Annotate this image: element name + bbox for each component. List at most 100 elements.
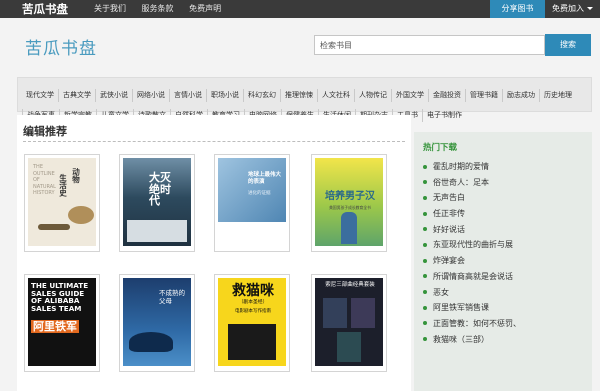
bullet-icon — [423, 337, 427, 342]
hot-download-label: 俗世奇人：足本 — [433, 177, 489, 187]
hot-download-label: 东亚现代性的曲折与展 — [433, 240, 513, 250]
bullet-icon — [423, 274, 427, 279]
nav-disclaimer[interactable]: 免费声明 — [189, 4, 221, 13]
hot-download-item[interactable]: 好好说话 — [423, 222, 521, 238]
book-title-1b: 动物 — [71, 168, 81, 183]
book-title-3: 地球上最伟大的表演 — [248, 172, 282, 185]
book-card-1[interactable]: THE OUTLINE OF NATURAL HISTORY 动物 生活史 — [24, 154, 100, 252]
category-item[interactable]: 外国文学 — [391, 89, 428, 102]
hot-download-item[interactable]: 无声告白 — [423, 190, 521, 206]
category-item[interactable]: 历史地理 — [539, 89, 576, 102]
category-item[interactable]: 网络小说 — [132, 89, 169, 102]
book-card-4[interactable]: 培养男子汉 美国男孩子成长教育全书 — [311, 154, 387, 252]
bullet-icon — [423, 211, 427, 216]
boy-illustration — [341, 212, 357, 244]
hot-download-item[interactable]: 东亚现代性的曲折与展 — [423, 237, 521, 253]
category-item[interactable]: 人物传记 — [354, 89, 391, 102]
category-item[interactable]: 科幻玄幻 — [243, 89, 280, 102]
book-cover-2: 大灭绝时代 — [123, 158, 191, 246]
animal-illustration — [68, 206, 94, 224]
hot-download-item[interactable]: 正面管教：如何不惩罚、 — [423, 316, 521, 332]
book-card-8[interactable]: 索尼三部曲经典套装 — [311, 274, 387, 372]
book-cover-4: 培养男子汉 美国男孩子成长教育全书 — [315, 158, 383, 246]
site-logo[interactable]: 苦瓜书盘 — [25, 34, 97, 59]
lizard-illustration — [38, 224, 70, 230]
hot-download-label: 好好说话 — [433, 224, 465, 234]
book-card-2[interactable]: 大灭绝时代 — [119, 154, 195, 252]
hot-download-item[interactable]: 阿里铁军销售课 — [423, 300, 521, 316]
category-item[interactable]: 推理惊悚 — [280, 89, 317, 102]
hot-download-item[interactable]: 任正非传 — [423, 206, 521, 222]
hot-download-label: 所谓情商高就是会说话 — [433, 271, 513, 281]
ice-illustration — [127, 220, 187, 242]
book-cover-7: 救猫咪 （剧本圣经） 电影剧本写作指南 — [218, 278, 286, 366]
nav-terms[interactable]: 服务条款 — [142, 4, 174, 13]
hot-download-item[interactable]: 炸弹宴会 — [423, 253, 521, 269]
book-illustration-b — [351, 298, 375, 328]
book-title-2: 大灭绝时代 — [149, 171, 171, 208]
book-cover-3: 地球上最伟大的表演 进化的证据 — [218, 158, 286, 246]
book-subtitle-3: 进化的证据 — [248, 191, 271, 196]
bullet-icon — [423, 227, 427, 232]
search-input[interactable] — [314, 35, 545, 55]
book-card-5[interactable]: THE ULTIMATE SALES GUIDE OF ALIBABA SALE… — [24, 274, 100, 372]
category-item[interactable]: 人文社科 — [317, 89, 354, 102]
book-title-4: 培养男子汉 — [325, 191, 375, 202]
bullet-icon — [423, 195, 427, 200]
bullet-icon — [423, 258, 427, 263]
category-item[interactable]: 电子书制作 — [422, 109, 466, 122]
free-join-button[interactable]: 免费加入 — [545, 0, 600, 18]
category-bar: 现代文学 古典文学 武侠小说 网络小说 言情小说 职场小说 科幻玄幻 推理惊悚 人文社科 人物传记… — [17, 77, 592, 122]
hot-download-label: 阿里铁军销售课 — [433, 303, 489, 313]
cover-art-3 — [218, 158, 286, 222]
book-subtitle-7: （剧本圣经） — [238, 300, 268, 305]
search-button[interactable]: 搜索 — [545, 34, 591, 56]
hot-download-label: 任正非传 — [433, 209, 465, 219]
bullet-icon — [423, 164, 427, 169]
book-title-5: THE ULTIMATE SALES GUIDE OF ALIBABA SALE… — [31, 281, 89, 313]
hot-downloads-panel: 热门下载 霍乱时期的爱情 俗世奇人：足本 无声告白 任正非传 好好说话 东亚现代性的曲折与… — [414, 132, 592, 391]
boxset-illustration — [228, 324, 276, 360]
header: 苦瓜书盘 搜索 — [0, 18, 600, 75]
chevron-down-icon — [587, 7, 593, 10]
hot-download-label: 恶女 — [433, 287, 449, 297]
book-card-7[interactable]: 救猫咪 （剧本圣经） 电影剧本写作指南 — [214, 274, 290, 372]
section-divider — [23, 141, 405, 142]
category-item[interactable]: 职场小说 — [206, 89, 243, 102]
book-cover-6: 不成熟的父母 — [123, 278, 191, 366]
top-nav: 关于我们 服务条款 免费声明 — [94, 3, 234, 14]
book-cover-1: THE OUTLINE OF NATURAL HISTORY 动物 生活史 — [28, 158, 96, 246]
hot-download-item[interactable]: 救猫咪（三部） — [423, 332, 521, 348]
category-item[interactable]: 古典文学 — [58, 89, 95, 102]
section-title: 编辑推荐 — [23, 125, 67, 138]
hot-download-item[interactable]: 恶女 — [423, 285, 521, 301]
main-content: 编辑推荐 THE OUTLINE OF NATURAL HISTORY 动物 生… — [17, 115, 411, 391]
book-subtitle-7b: 电影剧本写作指南 — [235, 309, 271, 314]
free-join-label: 免费加入 — [552, 4, 584, 13]
share-books-button[interactable]: 分享图书 — [490, 0, 545, 18]
book-card-3[interactable]: 地球上最伟大的表演 进化的证据 — [214, 154, 290, 252]
hot-download-label: 无声告白 — [433, 193, 465, 203]
hot-download-label: 救猫咪（三部） — [433, 334, 489, 344]
book-cover-5: THE ULTIMATE SALES GUIDE OF ALIBABA SALE… — [28, 278, 96, 366]
nav-about[interactable]: 关于我们 — [94, 4, 126, 13]
hot-download-item[interactable]: 霍乱时期的爱情 — [423, 159, 521, 175]
category-item[interactable]: 励志成功 — [502, 89, 539, 102]
hot-download-item[interactable]: 所谓情商高就是会说话 — [423, 269, 521, 285]
category-item[interactable]: 管理书籍 — [465, 89, 502, 102]
category-item[interactable]: 现代文学 — [22, 89, 58, 102]
category-item[interactable]: 言情小说 — [169, 89, 206, 102]
bullet-icon — [423, 242, 427, 247]
bullet-icon — [423, 290, 427, 294]
hot-download-item[interactable]: 俗世奇人：足本 — [423, 175, 521, 191]
book-card-6[interactable]: 不成熟的父母 — [119, 274, 195, 372]
category-item[interactable]: 金融投资 — [428, 89, 465, 102]
book-title-8: 索尼三部曲经典套装 — [325, 282, 375, 288]
category-item[interactable]: 武侠小说 — [95, 89, 132, 102]
hot-downloads-list: 霍乱时期的爱情俗世奇人：足本 无声告白任正非传好好说话东亚现代性的曲折与展炸弹宴会… — [423, 159, 521, 347]
book-subtitle-1: THE OUTLINE OF NATURAL HISTORY — [33, 164, 56, 196]
brand-name[interactable]: 苦瓜书盘 — [22, 1, 68, 17]
book-cover-8: 索尼三部曲经典套装 — [315, 278, 383, 366]
bullet-icon — [423, 321, 427, 326]
hot-download-label: 正面管教：如何不惩罚、 — [433, 318, 521, 328]
